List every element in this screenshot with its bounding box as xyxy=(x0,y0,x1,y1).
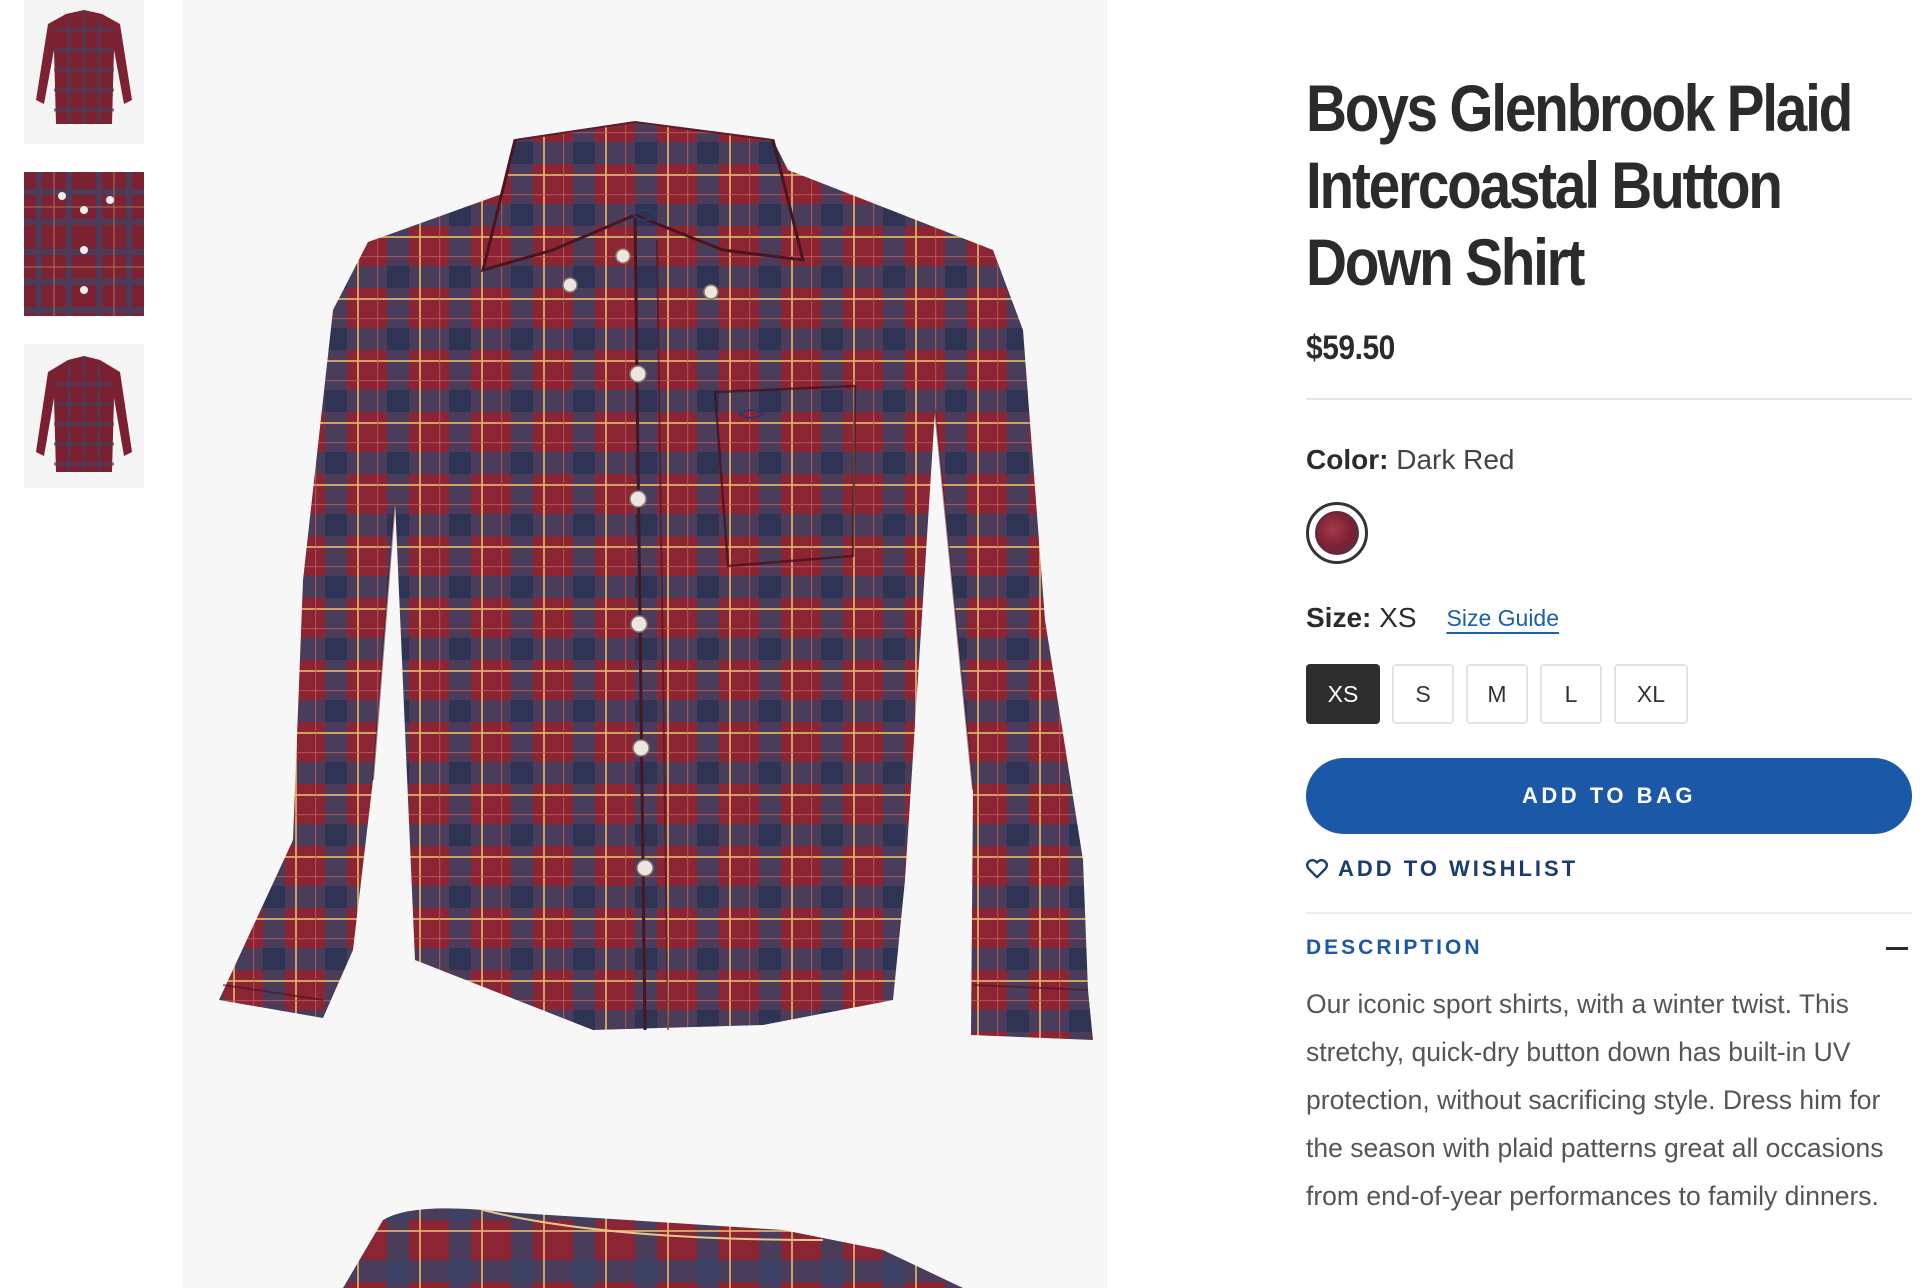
shirt-back-thumbnail-image xyxy=(24,344,144,488)
size-option-xl[interactable]: XL xyxy=(1614,664,1688,724)
shirt-front-thumbnail-image xyxy=(24,0,144,144)
main-product-image[interactable] xyxy=(183,0,1108,1288)
product-page: Boys Glenbrook Plaid Intercoastal Button… xyxy=(0,0,1932,1288)
size-option-m[interactable]: M xyxy=(1466,664,1528,724)
thumbnail-detail[interactable] xyxy=(24,172,144,316)
divider xyxy=(1306,398,1912,400)
heart-icon xyxy=(1306,859,1328,879)
description-heading: DESCRIPTION xyxy=(1306,936,1483,959)
size-label: Size: xyxy=(1306,602,1372,633)
add-to-wishlist-link[interactable]: ADD TO WISHLIST xyxy=(1306,856,1912,882)
color-value: Dark Red xyxy=(1396,444,1515,475)
collapse-minus-icon[interactable] xyxy=(1886,946,1908,950)
shirt-detail-thumbnail-image xyxy=(24,172,144,316)
description-accordion-header[interactable]: DESCRIPTION xyxy=(1306,936,1912,960)
thumbnail-back[interactable] xyxy=(24,344,144,488)
product-price: $59.50 xyxy=(1306,329,1395,367)
size-guide-link[interactable]: Size Guide xyxy=(1447,605,1560,632)
size-option-label: Size: XS Size Guide xyxy=(1306,602,1912,634)
size-option-s[interactable]: S xyxy=(1392,664,1454,724)
description-text: Our iconic sport shirts, with a winter t… xyxy=(1306,989,1884,1211)
color-swatch-fill xyxy=(1315,511,1359,555)
size-value: XS xyxy=(1379,602,1417,633)
color-label: Color: xyxy=(1306,444,1389,475)
size-option-l[interactable]: L xyxy=(1540,664,1602,724)
color-swatch-dark-red[interactable] xyxy=(1306,502,1368,564)
product-info-panel: Boys Glenbrook Plaid Intercoastal Button… xyxy=(1306,70,1912,1220)
thumbnail-list xyxy=(24,0,146,516)
size-option-xs[interactable]: XS xyxy=(1306,664,1380,724)
shirt-main-image xyxy=(183,0,1108,1288)
thumbnail-front[interactable] xyxy=(24,0,144,144)
divider xyxy=(1306,912,1912,914)
size-selector: XS S M L XL xyxy=(1306,664,1912,724)
shirt-secondary-image xyxy=(183,1180,1108,1288)
add-to-wishlist-label: ADD TO WISHLIST xyxy=(1338,856,1579,881)
add-to-bag-button[interactable]: ADD TO BAG xyxy=(1306,758,1912,834)
secondary-product-image[interactable] xyxy=(183,1180,1108,1288)
product-title: Boys Glenbrook Plaid Intercoastal Button… xyxy=(1306,71,1853,299)
color-option-label: Color: Dark Red xyxy=(1306,444,1912,476)
